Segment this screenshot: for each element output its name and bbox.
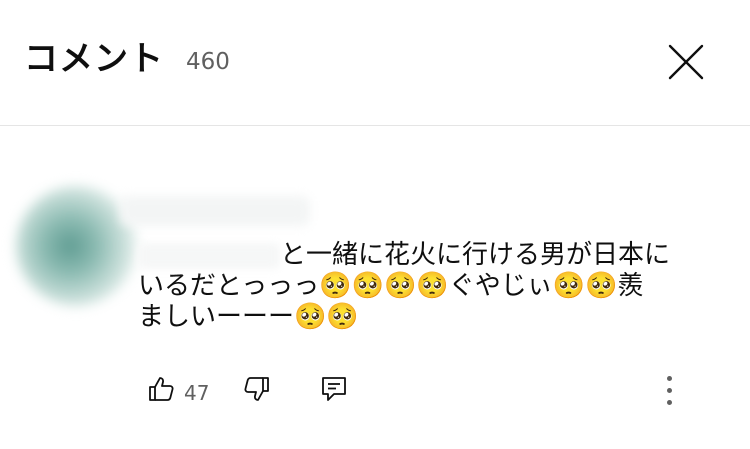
avatar[interactable] [16,186,136,306]
reply-icon [322,377,346,401]
reply-button[interactable] [320,374,348,408]
dislike-button[interactable] [242,374,272,408]
author-name-redacted [120,196,310,226]
thumbs-up-icon [149,377,174,401]
comment-actions: 47 [0,366,750,416]
like-button[interactable] [146,374,176,408]
comment-text-line1: と一緒に花火に行ける男が日本に [280,240,671,270]
comment-text-line2: いるだとっっっ🥺🥺🥺🥺ぐやじぃ🥺🥺羨 [138,271,644,301]
redacted-text [138,242,280,269]
more-options-button[interactable] [656,374,684,410]
comment-text: と一緒に花火に行ける男が日本に いるだとっっっ🥺🥺🥺🥺ぐやじぃ🥺🥺羨 ましいーー… [138,240,718,333]
comment-text-line3: ましいーーー🥺🥺 [138,302,359,332]
comment-count: 460 [186,49,230,75]
thumbs-down-icon [244,377,269,401]
comments-header: コメント 460 [0,0,750,126]
comment-item: と一緒に花火に行ける男が日本に いるだとっっっ🥺🥺🥺🥺ぐやじぃ🥺🥺羨 ましいーー… [0,126,750,449]
close-icon [668,44,704,80]
like-count: 47 [184,381,210,405]
close-button[interactable] [660,36,712,88]
panel-title: コメント [24,39,164,79]
